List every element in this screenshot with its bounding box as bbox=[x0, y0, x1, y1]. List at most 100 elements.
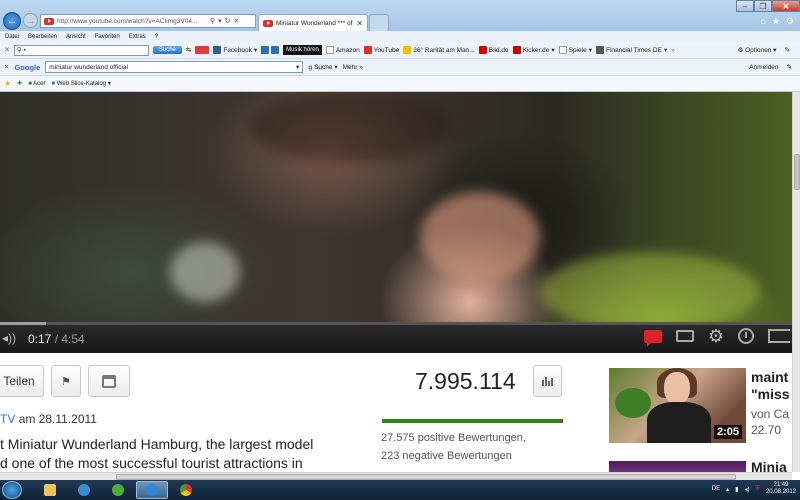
menu-ansicht[interactable]: Ansicht bbox=[66, 34, 86, 40]
dropdown-icon[interactable]: ▾ bbox=[296, 63, 299, 71]
google-suche-button[interactable]: g Suche ▾ bbox=[308, 63, 337, 71]
maximize-button[interactable]: ❐ bbox=[754, 0, 772, 12]
amazon-icon bbox=[325, 46, 334, 54]
more-favorites-icon[interactable]: » bbox=[671, 47, 675, 54]
menu-favoriten[interactable]: Favoriten bbox=[95, 34, 120, 40]
network-icon[interactable]: ▮ bbox=[735, 486, 738, 493]
kicker-icon bbox=[512, 46, 521, 54]
close-toolbar-icon[interactable]: ✕ bbox=[4, 46, 10, 54]
progress-bar[interactable] bbox=[0, 322, 792, 325]
language-indicator[interactable]: DE bbox=[712, 486, 720, 492]
musik-hoeren-field[interactable]: Musik hören bbox=[283, 45, 322, 55]
favorites-add-icon[interactable]: ✚ bbox=[17, 80, 22, 87]
close-tab-icon[interactable]: ✕ bbox=[356, 19, 363, 28]
arrow-right-icon: → bbox=[26, 15, 35, 26]
search-icon[interactable]: ⚲ bbox=[210, 17, 215, 25]
tools-gear-icon[interactable]: ⚙ bbox=[786, 16, 794, 27]
dropdown-icon[interactable]: ▾ bbox=[218, 17, 222, 25]
view-count: 7.995.114 bbox=[415, 368, 516, 394]
fav-web-slice[interactable]: ■ Web Slice-Katalog ▾ bbox=[52, 80, 111, 87]
vertical-scrollbar[interactable] bbox=[792, 92, 800, 472]
favorites-star-icon[interactable]: ★ bbox=[772, 16, 780, 27]
fav-spiele[interactable]: Spiele ▾ bbox=[558, 46, 592, 54]
related-video-thumbnail[interactable]: 2:05 bbox=[609, 368, 746, 443]
taskbar-explorer[interactable] bbox=[34, 481, 66, 499]
menu-bearbeiten[interactable]: Bearbeiten bbox=[28, 34, 57, 40]
positive-ratings: 27.575 positive Bewertungen, bbox=[381, 432, 526, 444]
start-button[interactable] bbox=[2, 481, 22, 499]
volume-tray-icon[interactable]: ◂) bbox=[744, 486, 749, 493]
taskbar-app-3[interactable] bbox=[102, 481, 134, 499]
fav-acer[interactable]: ■ Acer bbox=[28, 81, 45, 87]
watch-later-icon[interactable] bbox=[738, 328, 754, 344]
wrench-icon[interactable]: ✎ bbox=[787, 63, 792, 71]
rating-counts: 27.575 positive Bewertungen, 223 negativ… bbox=[381, 429, 526, 465]
tab-youtube[interactable]: Miniatur Wunderland *** of... ✕ bbox=[258, 14, 368, 31]
annotations-icon[interactable] bbox=[643, 329, 662, 347]
volume-icon[interactable]: ◂)) bbox=[2, 331, 16, 345]
ft-icon bbox=[595, 46, 604, 54]
video-frame[interactable] bbox=[0, 92, 792, 322]
channel-link[interactable]: TV bbox=[0, 412, 15, 426]
google-mehr-button[interactable]: Mehr » bbox=[343, 64, 363, 71]
toolbar-arrow-icon[interactable]: ⇆ bbox=[186, 46, 191, 54]
related-duration: 2:05 bbox=[713, 425, 742, 439]
back-button[interactable]: ← bbox=[3, 12, 21, 30]
refresh-icon[interactable]: ↻ bbox=[225, 17, 231, 25]
stop-icon[interactable]: ✕ bbox=[234, 17, 240, 25]
fav-kicker[interactable]: Kicker.de ▾ bbox=[512, 46, 555, 54]
close-window-button[interactable]: ✕ bbox=[772, 0, 800, 12]
clock[interactable]: 21:49 20.08.2012 bbox=[766, 482, 796, 496]
video-page: Teilen ⚑ TV am 28.11.2011 t Miniatur Wun… bbox=[0, 353, 792, 472]
taskbar-chrome[interactable] bbox=[170, 481, 202, 499]
toolbar-search-button[interactable]: Suche bbox=[152, 46, 182, 54]
close-google-toolbar-icon[interactable]: ✕ bbox=[4, 63, 9, 71]
related-video-thumbnail-2[interactable] bbox=[609, 461, 746, 472]
menu-datei[interactable]: Datei bbox=[5, 34, 19, 40]
fav-raritaet[interactable]: 26° Rarität am Man... bbox=[403, 46, 475, 54]
related-video-title[interactable]: maint "miss bbox=[751, 369, 790, 403]
security-icon[interactable]: ⛨ bbox=[755, 486, 760, 493]
chrome-icon bbox=[180, 484, 192, 496]
fav-bild[interactable]: Bild.de bbox=[478, 46, 509, 54]
options-gear-icon: ⚙ bbox=[737, 47, 744, 54]
anmelden-link[interactable]: Anmelden bbox=[749, 64, 778, 71]
new-tab-button[interactable] bbox=[369, 14, 389, 31]
home-icon[interactable]: ⌂ bbox=[760, 16, 765, 27]
ie-icon bbox=[146, 484, 158, 496]
widescreen-icon[interactable] bbox=[768, 329, 790, 343]
vertical-scroll-thumb[interactable] bbox=[794, 154, 800, 190]
toolbar-search-input[interactable]: ⚲ • bbox=[13, 44, 149, 56]
fav-financial-times[interactable]: Financial Times DE ▾ bbox=[595, 46, 667, 54]
fav-amazon[interactable]: Amazon bbox=[325, 46, 360, 54]
related-uploader: von Ca bbox=[751, 407, 790, 421]
media-icon bbox=[112, 484, 124, 496]
minimize-button[interactable]: – bbox=[736, 0, 754, 12]
options-menu[interactable]: ⚙ Optionen ▾ bbox=[737, 46, 776, 54]
menu-help[interactable]: ? bbox=[155, 34, 158, 40]
settings-gear-icon[interactable]: ⚙ bbox=[708, 327, 724, 345]
horizontal-scrollbar[interactable] bbox=[0, 472, 792, 480]
share-button[interactable]: Teilen bbox=[0, 365, 44, 397]
google-g-icon: g bbox=[308, 64, 313, 71]
google-search-input[interactable]: miniatur wunderland official ▾ bbox=[45, 61, 304, 73]
media-controls[interactable] bbox=[261, 46, 280, 54]
taskbar-app-2[interactable] bbox=[68, 481, 100, 499]
transcript-button[interactable] bbox=[88, 365, 130, 397]
upload-date: am 28.11.2011 bbox=[18, 412, 97, 426]
statistics-button[interactable] bbox=[533, 365, 562, 397]
forward-button[interactable]: → bbox=[23, 13, 38, 28]
favorites-star-icon[interactable]: ★ bbox=[4, 79, 11, 88]
fun-logo-icon[interactable] bbox=[195, 46, 210, 54]
captions-icon[interactable] bbox=[675, 330, 694, 342]
fav-facebook[interactable]: Facebook ▾ bbox=[213, 46, 257, 54]
menu-extras[interactable]: Extras bbox=[129, 34, 146, 40]
fav-youtube[interactable]: YouTube bbox=[363, 46, 399, 54]
address-bar[interactable]: http://www.youtube.com/watch?v=ACIimg3V0… bbox=[40, 14, 256, 28]
report-button[interactable]: ⚑ bbox=[51, 365, 81, 397]
youtube-icon bbox=[363, 46, 372, 54]
tray-arrow-icon[interactable]: ▴ bbox=[726, 486, 729, 493]
related-video-title-2[interactable]: Minia bbox=[751, 459, 787, 472]
taskbar-internet-explorer[interactable] bbox=[136, 481, 168, 499]
wrench-icon[interactable]: ✎ bbox=[785, 46, 790, 54]
